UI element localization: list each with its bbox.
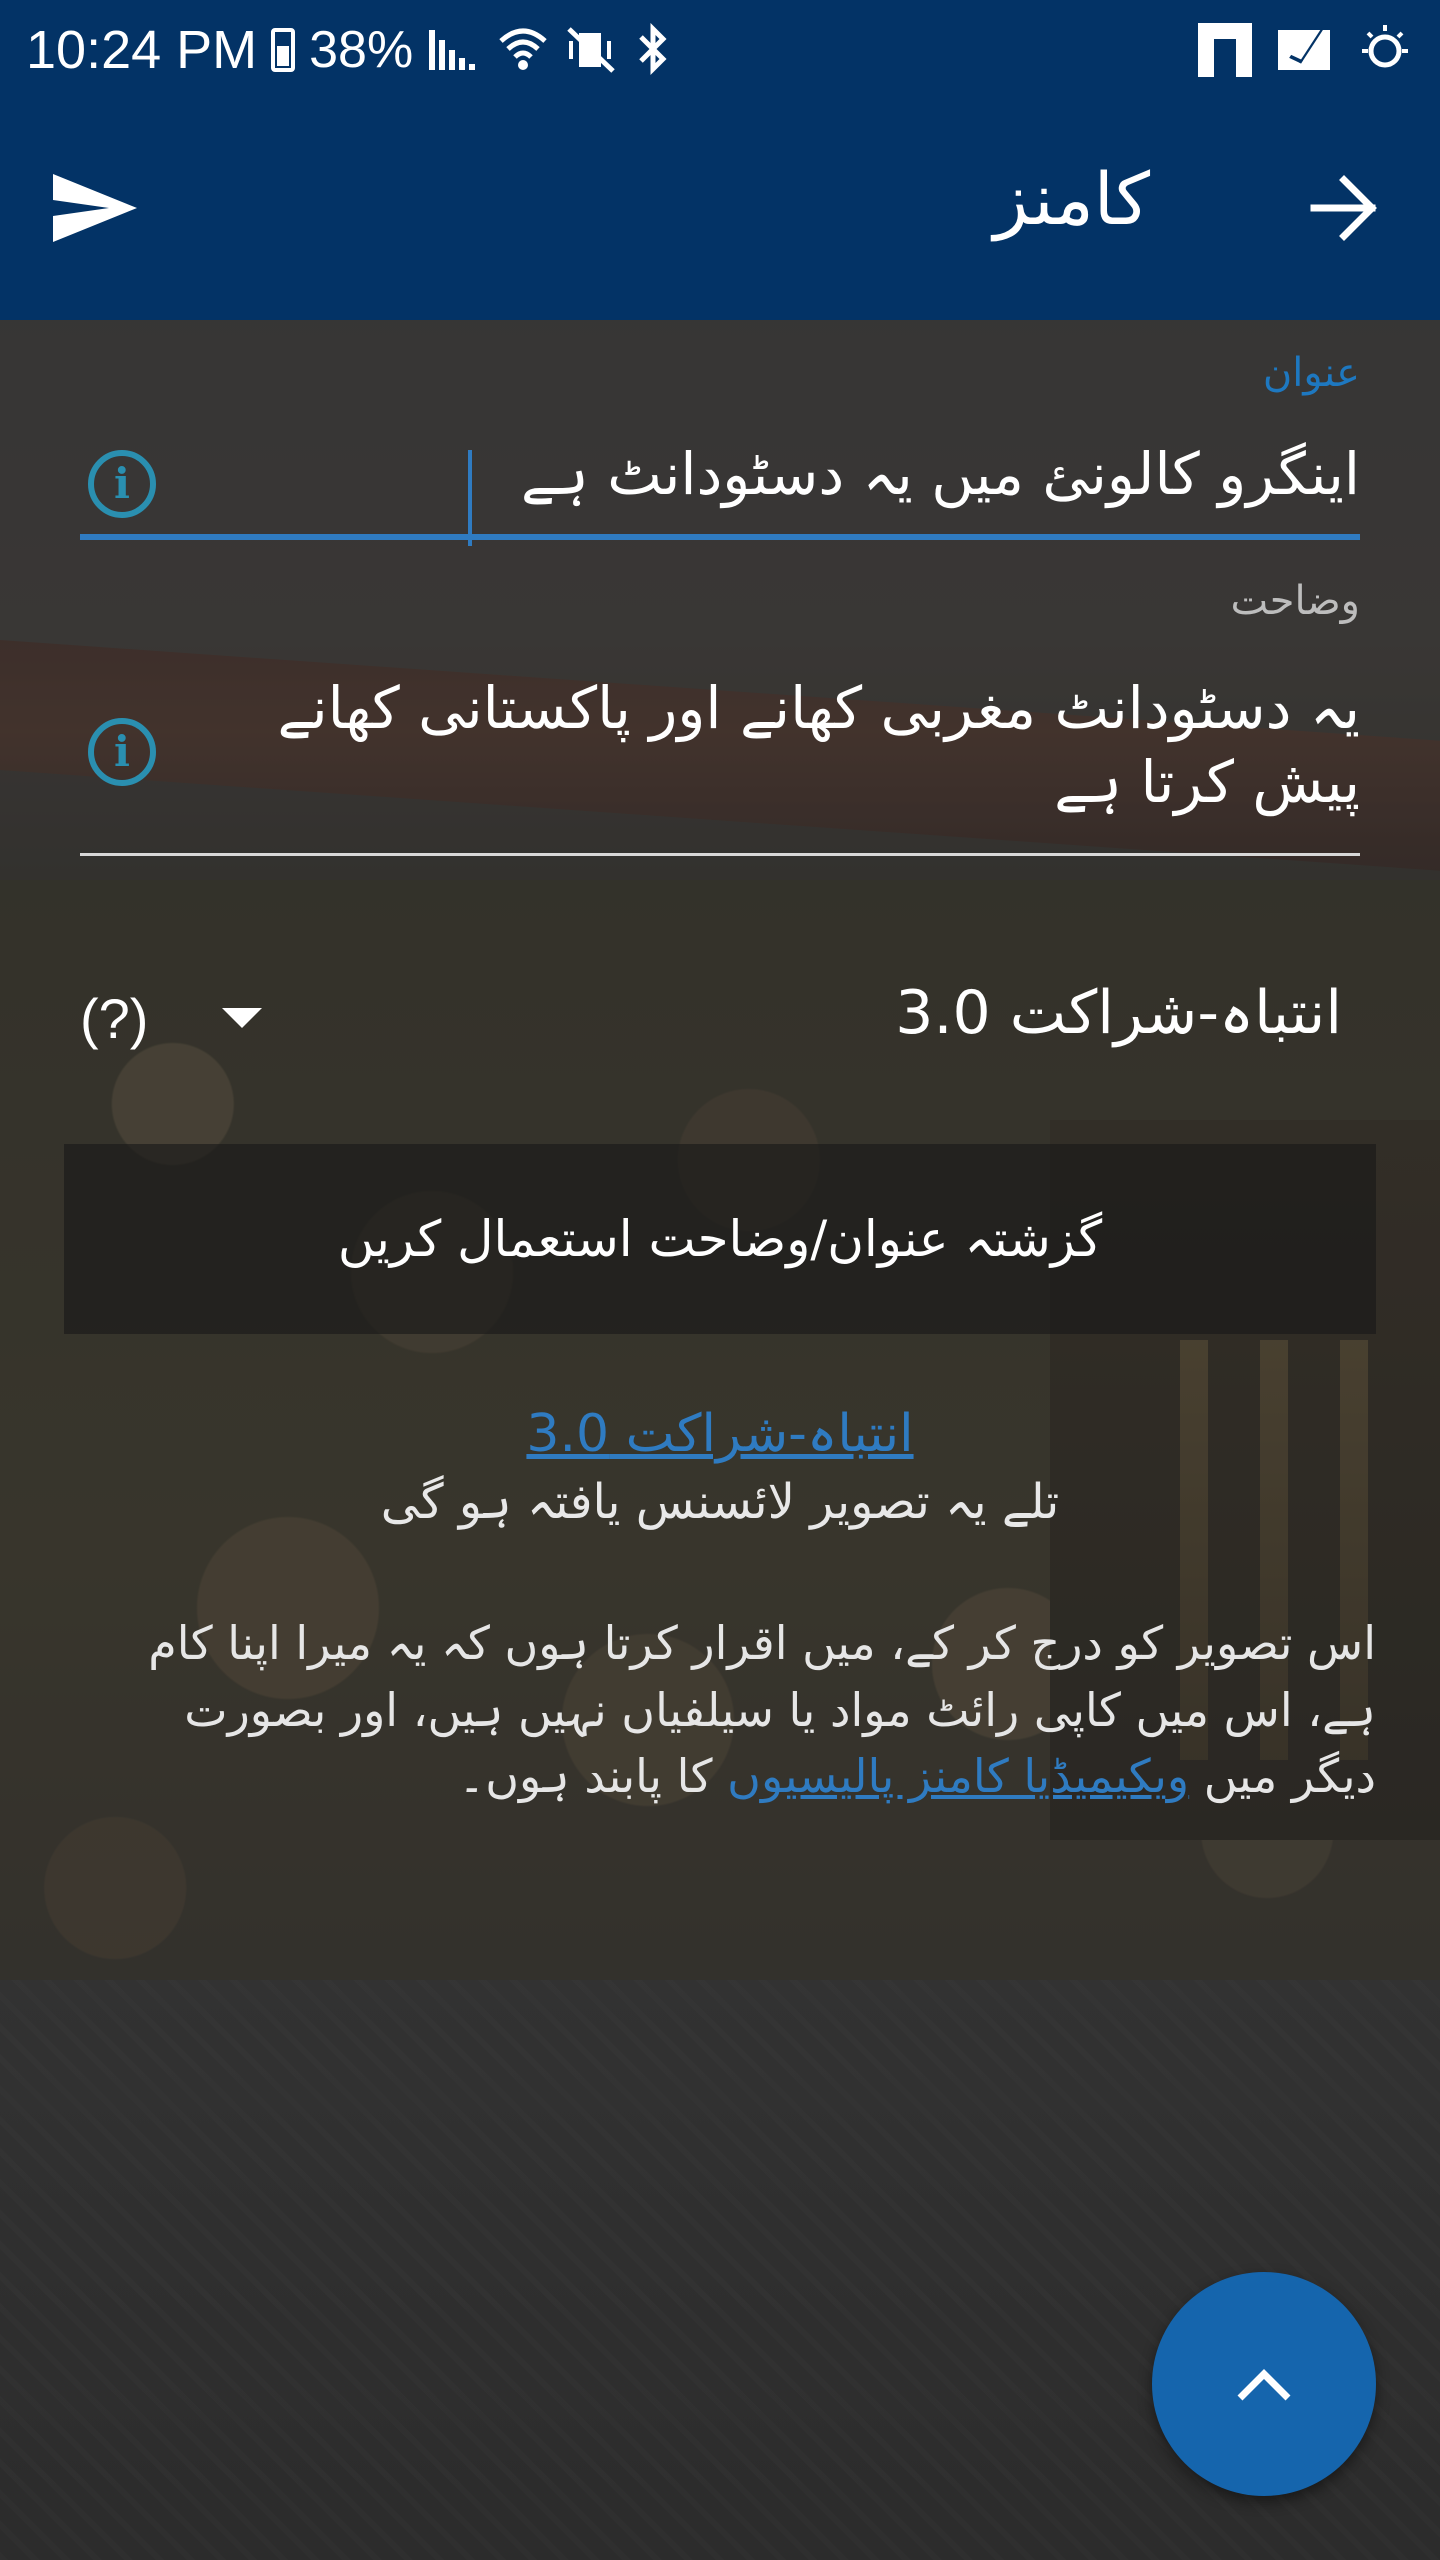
use-previous-button[interactable]: گزشتہ عنوان/وضاحت استعمال کریں <box>64 1144 1376 1334</box>
mail-icon <box>1278 30 1330 70</box>
title-input-value: اینگرو کالونئ میں یہ دسٹودانٹ ہے <box>520 440 1360 508</box>
dropdown-arrow-icon[interactable] <box>222 1008 262 1028</box>
forward-button[interactable] <box>1290 158 1400 258</box>
title-info-icon[interactable]: i <box>88 450 156 518</box>
text-caret <box>468 450 472 546</box>
license-help-link[interactable]: (?) <box>80 986 148 1051</box>
chevron-up-icon <box>1237 2369 1291 2401</box>
title-input[interactable]: اینگرو کالونئ میں یہ دسٹودانٹ ہے <box>80 420 1360 546</box>
declaration-text: اس تصویر کو درج کر کے، میں اقرار کرتا ہو… <box>100 1610 1376 1810</box>
signal-icon <box>429 30 476 70</box>
expand-fab-button[interactable] <box>1152 2272 1376 2496</box>
status-time: 10:24 PM <box>26 20 258 80</box>
bluetooth-icon <box>639 23 667 76</box>
status-bar: 10:24 PM 38% <box>0 0 1440 100</box>
license-selected-value[interactable]: انتباہ-شراکت 3.0 <box>895 978 1342 1048</box>
send-icon <box>53 174 137 242</box>
license-link[interactable]: انتباہ-شراکت 3.0 <box>0 1404 1440 1464</box>
license-notice-text: تلے یہ تصویر لائسنس یافتہ ہو گی <box>380 1474 1060 1530</box>
wifi-icon <box>499 28 547 70</box>
arrow-forward-icon <box>1310 175 1377 241</box>
vibrate-off-icon <box>567 27 615 73</box>
flipboard-icon <box>1198 23 1252 77</box>
app-title: کامنز <box>993 157 1150 241</box>
status-bar-left: 10:24 PM 38% <box>26 19 673 81</box>
sync-icon <box>1362 25 1408 68</box>
description-info-icon[interactable]: i <box>88 718 156 786</box>
app-bar: کامنز <box>0 100 1440 320</box>
description-input-value: یہ دسٹودانٹ مغربی کھانے اور پاکستانی کھا… <box>277 674 1360 816</box>
status-bar-right <box>1198 23 1414 77</box>
commons-policy-link[interactable]: ویکیمیڈیا کامنز پالیسیوں <box>727 1749 1189 1803</box>
battery-icon <box>271 28 296 72</box>
send-button[interactable] <box>40 158 150 258</box>
description-label: وضاحت <box>1230 578 1360 624</box>
status-battery: 38% <box>309 21 414 79</box>
license-selector[interactable]: (?) انتباہ-شراکت 3.0 <box>80 960 1360 1070</box>
description-input[interactable]: یہ دسٹودانٹ مغربی کھانے اور پاکستانی کھا… <box>80 660 1360 856</box>
declaration-text-after: کا پابند ہوں۔ <box>458 1749 728 1804</box>
title-label: عنوان <box>1262 350 1360 396</box>
